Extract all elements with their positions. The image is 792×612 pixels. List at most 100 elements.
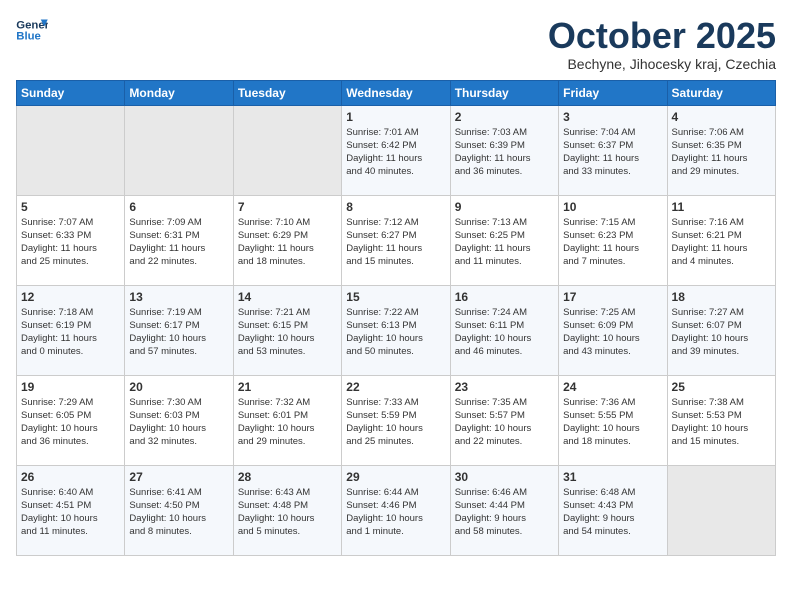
day-number: 15 (346, 290, 445, 304)
day-number: 12 (21, 290, 120, 304)
day-info: Sunrise: 7:29 AM Sunset: 6:05 PM Dayligh… (21, 396, 120, 449)
day-number: 30 (455, 470, 554, 484)
day-number: 11 (672, 200, 771, 214)
day-number: 26 (21, 470, 120, 484)
calendar-cell: 21 Sunrise: 7:32 AM Sunset: 6:01 PM Dayli… (233, 375, 341, 465)
day-info: Sunrise: 7:18 AM Sunset: 6:19 PM Dayligh… (21, 306, 120, 359)
day-number: 19 (21, 380, 120, 394)
calendar-cell: 17Sunrise: 7:25 AM Sunset: 6:09 PM Dayli… (559, 285, 667, 375)
day-number: 20 (129, 380, 228, 394)
day-number: 13 (129, 290, 228, 304)
calendar-cell: 23 Sunrise: 7:35 AM Sunset: 5:57 PM Dayli… (450, 375, 558, 465)
calendar-cell: 29 Sunrise: 6:44 AM Sunset: 4:46 PM Dayli… (342, 465, 450, 555)
logo-icon: General Blue (16, 16, 48, 44)
day-info: Sunrise: 6:40 AM Sunset: 4:51 PM Dayligh… (21, 486, 120, 539)
calendar-cell: 11 Sunrise: 7:16 AM Sunset: 6:21 PM Dayli… (667, 195, 775, 285)
day-number: 7 (238, 200, 337, 214)
calendar-cell: 20 Sunrise: 7:30 AM Sunset: 6:03 PM Dayli… (125, 375, 233, 465)
title-block: October 2025 Bechyne, Jihocesky kraj, Cz… (548, 16, 776, 72)
day-number: 3 (563, 110, 662, 124)
day-info: Sunrise: 7:30 AM Sunset: 6:03 PM Dayligh… (129, 396, 228, 449)
day-info: Sunrise: 7:36 AM Sunset: 5:55 PM Dayligh… (563, 396, 662, 449)
day-number: 28 (238, 470, 337, 484)
day-info: Sunrise: 7:32 AM Sunset: 6:01 PM Dayligh… (238, 396, 337, 449)
calendar-cell: 25 Sunrise: 7:38 AM Sunset: 5:53 PM Dayli… (667, 375, 775, 465)
day-number: 6 (129, 200, 228, 214)
calendar-cell: 14 Sunrise: 7:21 AM Sunset: 6:15 PM Dayli… (233, 285, 341, 375)
calendar-cell: 7 Sunrise: 7:10 AM Sunset: 6:29 PM Daylig… (233, 195, 341, 285)
day-info: Sunrise: 7:38 AM Sunset: 5:53 PM Dayligh… (672, 396, 771, 449)
day-number: 24 (563, 380, 662, 394)
calendar-cell (667, 465, 775, 555)
day-info: Sunrise: 7:27 AM Sunset: 6:07 PM Dayligh… (672, 306, 771, 359)
day-number: 1 (346, 110, 445, 124)
calendar-cell: 28 Sunrise: 6:43 AM Sunset: 4:48 PM Dayli… (233, 465, 341, 555)
day-info: Sunrise: 6:43 AM Sunset: 4:48 PM Dayligh… (238, 486, 337, 539)
day-info: Sunrise: 7:24 AM Sunset: 6:11 PM Dayligh… (455, 306, 554, 359)
day-info: Sunrise: 7:01 AM Sunset: 6:42 PM Dayligh… (346, 126, 445, 179)
day-number: 10 (563, 200, 662, 214)
calendar-cell: 27 Sunrise: 6:41 AM Sunset: 4:50 PM Dayli… (125, 465, 233, 555)
day-number: 14 (238, 290, 337, 304)
day-info: Sunrise: 7:33 AM Sunset: 5:59 PM Dayligh… (346, 396, 445, 449)
day-number: 18 (672, 290, 771, 304)
day-info: Sunrise: 7:22 AM Sunset: 6:13 PM Dayligh… (346, 306, 445, 359)
calendar-table: SundayMondayTuesdayWednesdayThursdayFrid… (16, 80, 776, 556)
calendar-cell (125, 105, 233, 195)
day-number: 29 (346, 470, 445, 484)
calendar-cell: 2 Sunrise: 7:03 AM Sunset: 6:39 PM Daylig… (450, 105, 558, 195)
dow-header-friday: Friday (559, 80, 667, 105)
day-info: Sunrise: 7:13 AM Sunset: 6:25 PM Dayligh… (455, 216, 554, 269)
day-info: Sunrise: 7:16 AM Sunset: 6:21 PM Dayligh… (672, 216, 771, 269)
day-info: Sunrise: 6:46 AM Sunset: 4:44 PM Dayligh… (455, 486, 554, 539)
dow-header-monday: Monday (125, 80, 233, 105)
day-info: Sunrise: 7:25 AM Sunset: 6:09 PM Dayligh… (563, 306, 662, 359)
day-number: 31 (563, 470, 662, 484)
dow-header-tuesday: Tuesday (233, 80, 341, 105)
calendar-cell: 13Sunrise: 7:19 AM Sunset: 6:17 PM Dayli… (125, 285, 233, 375)
day-number: 2 (455, 110, 554, 124)
calendar-cell: 9 Sunrise: 7:13 AM Sunset: 6:25 PM Daylig… (450, 195, 558, 285)
day-info: Sunrise: 7:03 AM Sunset: 6:39 PM Dayligh… (455, 126, 554, 179)
day-info: Sunrise: 7:06 AM Sunset: 6:35 PM Dayligh… (672, 126, 771, 179)
day-info: Sunrise: 7:15 AM Sunset: 6:23 PM Dayligh… (563, 216, 662, 269)
day-number: 9 (455, 200, 554, 214)
logo: General Blue (16, 16, 48, 44)
day-number: 8 (346, 200, 445, 214)
calendar-cell: 8 Sunrise: 7:12 AM Sunset: 6:27 PM Daylig… (342, 195, 450, 285)
calendar-cell: 18 Sunrise: 7:27 AM Sunset: 6:07 PM Dayli… (667, 285, 775, 375)
calendar-cell (233, 105, 341, 195)
location-subtitle: Bechyne, Jihocesky kraj, Czechia (548, 56, 776, 72)
dow-header-thursday: Thursday (450, 80, 558, 105)
day-number: 27 (129, 470, 228, 484)
calendar-cell: 10 Sunrise: 7:15 AM Sunset: 6:23 PM Dayli… (559, 195, 667, 285)
day-number: 5 (21, 200, 120, 214)
calendar-cell: 19 Sunrise: 7:29 AM Sunset: 6:05 PM Dayli… (17, 375, 125, 465)
calendar-cell: 6Sunrise: 7:09 AM Sunset: 6:31 PM Daylig… (125, 195, 233, 285)
day-number: 16 (455, 290, 554, 304)
calendar-cell: 5 Sunrise: 7:07 AM Sunset: 6:33 PM Daylig… (17, 195, 125, 285)
day-info: Sunrise: 6:41 AM Sunset: 4:50 PM Dayligh… (129, 486, 228, 539)
day-info: Sunrise: 7:07 AM Sunset: 6:33 PM Dayligh… (21, 216, 120, 269)
day-number: 21 (238, 380, 337, 394)
calendar-cell: 31 Sunrise: 6:48 AM Sunset: 4:43 PM Dayli… (559, 465, 667, 555)
month-title: October 2025 (548, 16, 776, 56)
calendar-cell: 15 Sunrise: 7:22 AM Sunset: 6:13 PM Dayli… (342, 285, 450, 375)
calendar-cell (17, 105, 125, 195)
calendar-cell: 1 Sunrise: 7:01 AM Sunset: 6:42 PM Daylig… (342, 105, 450, 195)
day-info: Sunrise: 7:04 AM Sunset: 6:37 PM Dayligh… (563, 126, 662, 179)
dow-header-sunday: Sunday (17, 80, 125, 105)
day-info: Sunrise: 6:48 AM Sunset: 4:43 PM Dayligh… (563, 486, 662, 539)
calendar-cell: 12 Sunrise: 7:18 AM Sunset: 6:19 PM Dayli… (17, 285, 125, 375)
day-info: Sunrise: 7:10 AM Sunset: 6:29 PM Dayligh… (238, 216, 337, 269)
day-number: 23 (455, 380, 554, 394)
dow-header-saturday: Saturday (667, 80, 775, 105)
day-number: 25 (672, 380, 771, 394)
calendar-cell: 4Sunrise: 7:06 AM Sunset: 6:35 PM Daylig… (667, 105, 775, 195)
calendar-cell: 22 Sunrise: 7:33 AM Sunset: 5:59 PM Dayli… (342, 375, 450, 465)
day-number: 22 (346, 380, 445, 394)
day-info: Sunrise: 6:44 AM Sunset: 4:46 PM Dayligh… (346, 486, 445, 539)
day-info: Sunrise: 7:35 AM Sunset: 5:57 PM Dayligh… (455, 396, 554, 449)
day-info: Sunrise: 7:21 AM Sunset: 6:15 PM Dayligh… (238, 306, 337, 359)
day-info: Sunrise: 7:12 AM Sunset: 6:27 PM Dayligh… (346, 216, 445, 269)
